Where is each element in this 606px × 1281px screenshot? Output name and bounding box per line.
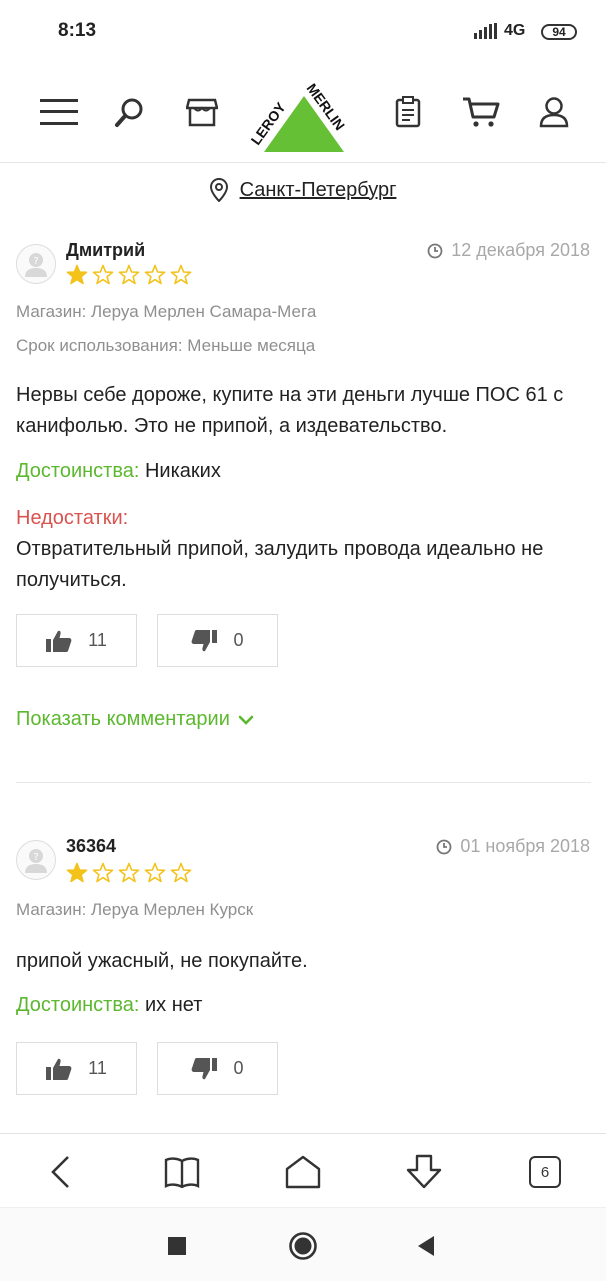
avatar: ? <box>16 840 56 880</box>
avatar: ? <box>16 244 56 284</box>
review-author: Дмитрий <box>66 240 146 260</box>
review-date-text: 01 ноября 2018 <box>460 836 590 856</box>
like-button[interactable]: 11 <box>16 1042 137 1095</box>
recent-apps-icon[interactable] <box>159 1228 195 1264</box>
dislike-count: 0 <box>233 630 244 650</box>
rating-stars <box>66 264 192 285</box>
review-card: ? 36364 01 ноября 2018 Магазин: Леруа Ме… <box>0 826 606 1106</box>
back-arrow-icon[interactable] <box>38 1150 82 1194</box>
thumbs-up-icon <box>46 1058 72 1080</box>
thumbs-down-icon <box>192 1057 218 1079</box>
star-filled-icon <box>66 264 88 285</box>
star-filled-icon <box>66 862 88 883</box>
show-comments-link[interactable]: Показать комментарии <box>16 708 254 731</box>
leroy-merlin-logo[interactable]: LEROY MERLIN <box>247 76 358 156</box>
dislike-button[interactable]: 0 <box>157 614 278 667</box>
review-card: ? Дмитрий 12 декабря 2018 Магазин: Леруа… <box>0 230 606 770</box>
review-cons: Недостатки: Отвратительный припой, залуд… <box>16 503 591 596</box>
svg-text:?: ? <box>33 852 38 863</box>
star-empty-icon <box>170 264 192 285</box>
star-empty-icon <box>92 264 114 285</box>
review-date: 12 декабря 2018 <box>427 240 590 261</box>
system-navigation-bar <box>0 1207 606 1281</box>
review-text: припой ужасный, не покупайте. <box>16 950 308 972</box>
star-empty-icon <box>92 862 114 883</box>
pros-label: Достоинства: <box>16 460 140 482</box>
city-name-link[interactable]: Санкт-Петербург <box>240 179 397 202</box>
user-placeholder-icon: ? <box>25 253 47 277</box>
star-empty-icon <box>144 264 166 285</box>
chevron-down-icon <box>238 715 254 725</box>
review-pros: Достоинства: их нет <box>16 990 591 1021</box>
top-navigation: LEROY MERLIN <box>0 66 606 163</box>
tabs-count: 6 <box>529 1156 561 1188</box>
network-type: 4G <box>504 22 526 39</box>
status-bar: 8:13 4G 94 <box>0 0 606 66</box>
review-store: Магазин: Леруа Мерлен Самара-Мега <box>16 302 317 321</box>
dislike-count: 0 <box>233 1058 244 1078</box>
user-placeholder-icon: ? <box>25 849 47 873</box>
cons-text: Отвратительный припой, залудить провода … <box>16 538 544 591</box>
show-comments-label: Показать комментарии <box>16 708 230 730</box>
review-date-text: 12 декабря 2018 <box>451 240 590 260</box>
signal-icon <box>474 23 497 39</box>
pros-text: их нет <box>144 994 203 1016</box>
clock-icon <box>427 243 443 258</box>
tabs-counter-icon[interactable]: 6 <box>523 1150 567 1194</box>
review-usage-period: Срок использования: Меньше месяца <box>16 336 316 355</box>
like-button[interactable]: 11 <box>16 614 137 667</box>
star-empty-icon <box>144 862 166 883</box>
review-divider <box>16 782 591 783</box>
back-triangle-icon[interactable] <box>408 1228 444 1264</box>
thumbs-up-icon <box>46 630 72 652</box>
download-icon[interactable] <box>402 1150 446 1194</box>
store-icon[interactable] <box>180 90 224 134</box>
cons-label: Недостатки: <box>16 507 129 529</box>
account-icon[interactable] <box>532 90 576 134</box>
pros-label: Достоинства: <box>16 994 140 1016</box>
thumbs-down-icon <box>192 629 218 651</box>
city-selector[interactable]: Санкт-Петербург <box>0 162 606 218</box>
location-pin-icon <box>209 178 228 202</box>
home-button-icon[interactable] <box>285 1228 321 1264</box>
star-empty-icon <box>170 862 192 883</box>
home-icon[interactable] <box>281 1150 325 1194</box>
review-date: 01 ноября 2018 <box>436 836 590 857</box>
battery-level: 94 <box>552 25 566 39</box>
menu-icon[interactable] <box>37 90 81 134</box>
review-author: 36364 <box>66 836 117 856</box>
star-empty-icon <box>118 862 140 883</box>
star-empty-icon <box>118 264 140 285</box>
review-text: Нервы себе дороже, купите на эти деньги … <box>16 384 564 437</box>
review-store: Магазин: Леруа Мерлен Курск <box>16 900 254 919</box>
cart-icon[interactable] <box>459 90 503 134</box>
search-icon[interactable] <box>108 90 152 134</box>
clipboard-icon[interactable] <box>386 90 430 134</box>
browser-toolbar: 6 <box>0 1133 606 1208</box>
dislike-button[interactable]: 0 <box>157 1042 278 1095</box>
review-pros: Достоинства: Никаких <box>16 456 591 487</box>
pros-text: Никаких <box>144 460 221 482</box>
bookmarks-book-icon[interactable] <box>160 1150 204 1194</box>
like-count: 11 <box>88 1058 107 1078</box>
clock-icon <box>436 839 452 854</box>
network-indicator: 4G <box>474 22 525 40</box>
like-count: 11 <box>88 630 107 650</box>
status-time: 8:13 <box>58 20 97 41</box>
battery-icon: 94 <box>541 24 577 40</box>
svg-text:?: ? <box>33 256 38 267</box>
rating-stars <box>66 862 192 883</box>
